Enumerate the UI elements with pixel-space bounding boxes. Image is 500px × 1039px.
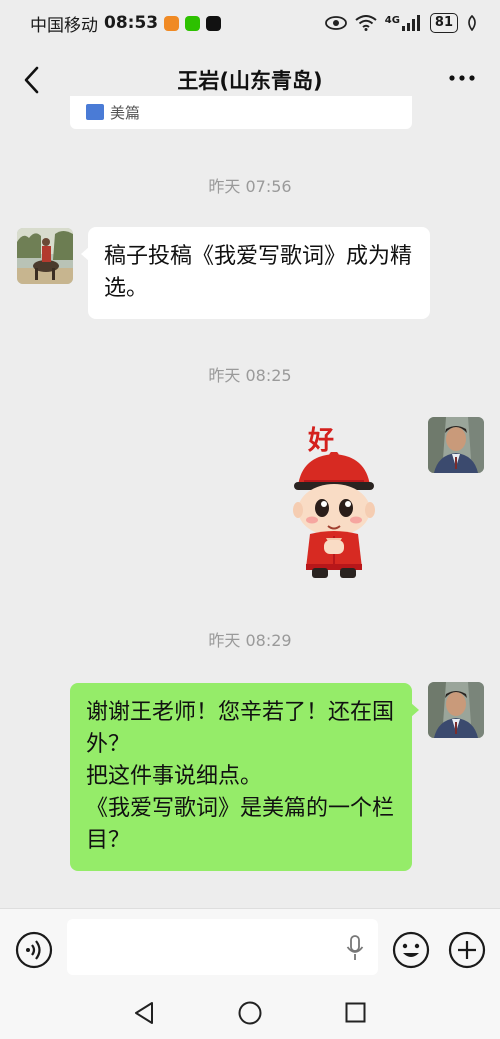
timestamp: 昨天 08:25	[208, 366, 292, 385]
carrier-label: 中国移动	[30, 15, 98, 36]
more-dots-icon[interactable]	[448, 72, 476, 84]
emoji-icon[interactable]	[392, 931, 430, 969]
system-back-icon[interactable]	[133, 1001, 155, 1025]
chevron-left-icon[interactable]	[18, 64, 46, 96]
message-line: 《我爱写歌词》是美篇的一个栏目？	[86, 796, 395, 853]
network-type: 4G	[384, 15, 400, 26]
chat-header: 王岩(山东青岛)	[0, 50, 500, 110]
notification-app-icon	[164, 15, 180, 31]
leaf-icon	[468, 15, 476, 31]
outgoing-message-bubble[interactable]: 谢谢王老师！您辛若了！还在国外？ 把这件事说细点。 《我爱写歌词》是美篇的一个栏…	[70, 683, 419, 871]
system-home-icon[interactable]	[238, 1001, 262, 1025]
wechat-notification-icon	[185, 15, 201, 31]
my-avatar[interactable]	[428, 417, 484, 473]
signal-icon	[401, 15, 420, 31]
tiktok-notification-icon	[206, 15, 222, 31]
message-input[interactable]	[67, 919, 378, 975]
eye-icon	[324, 16, 347, 30]
contact-avatar[interactable]	[17, 228, 73, 284]
battery-indicator: 81	[429, 13, 458, 33]
my-avatar[interactable]	[428, 682, 484, 738]
message-line: 谢谢王老师！您辛若了！还在国外？	[86, 700, 395, 757]
voice-icon[interactable]	[15, 931, 53, 969]
status-bar: 中国移动 08:53 4G 81	[0, 0, 500, 46]
wifi-icon	[355, 15, 377, 31]
system-recent-apps-icon[interactable]	[345, 1002, 366, 1023]
timestamp: 昨天 07:56	[208, 177, 292, 196]
plus-icon[interactable]	[448, 931, 486, 969]
chat-input-bar	[0, 908, 500, 988]
system-navigation-bar	[0, 988, 500, 1039]
chat-title[interactable]: 王岩(山东青岛)	[177, 65, 322, 95]
mic-icon[interactable]	[346, 935, 364, 961]
incoming-message-bubble[interactable]: 稿子投稿《我爱写歌词》成为精选。	[81, 227, 430, 319]
greeting-sticker[interactable]: 好	[284, 420, 384, 580]
timestamp: 昨天 08:29	[208, 631, 292, 650]
message-line: 把这件事说细点。	[86, 764, 263, 789]
clock: 08:53	[104, 13, 159, 33]
